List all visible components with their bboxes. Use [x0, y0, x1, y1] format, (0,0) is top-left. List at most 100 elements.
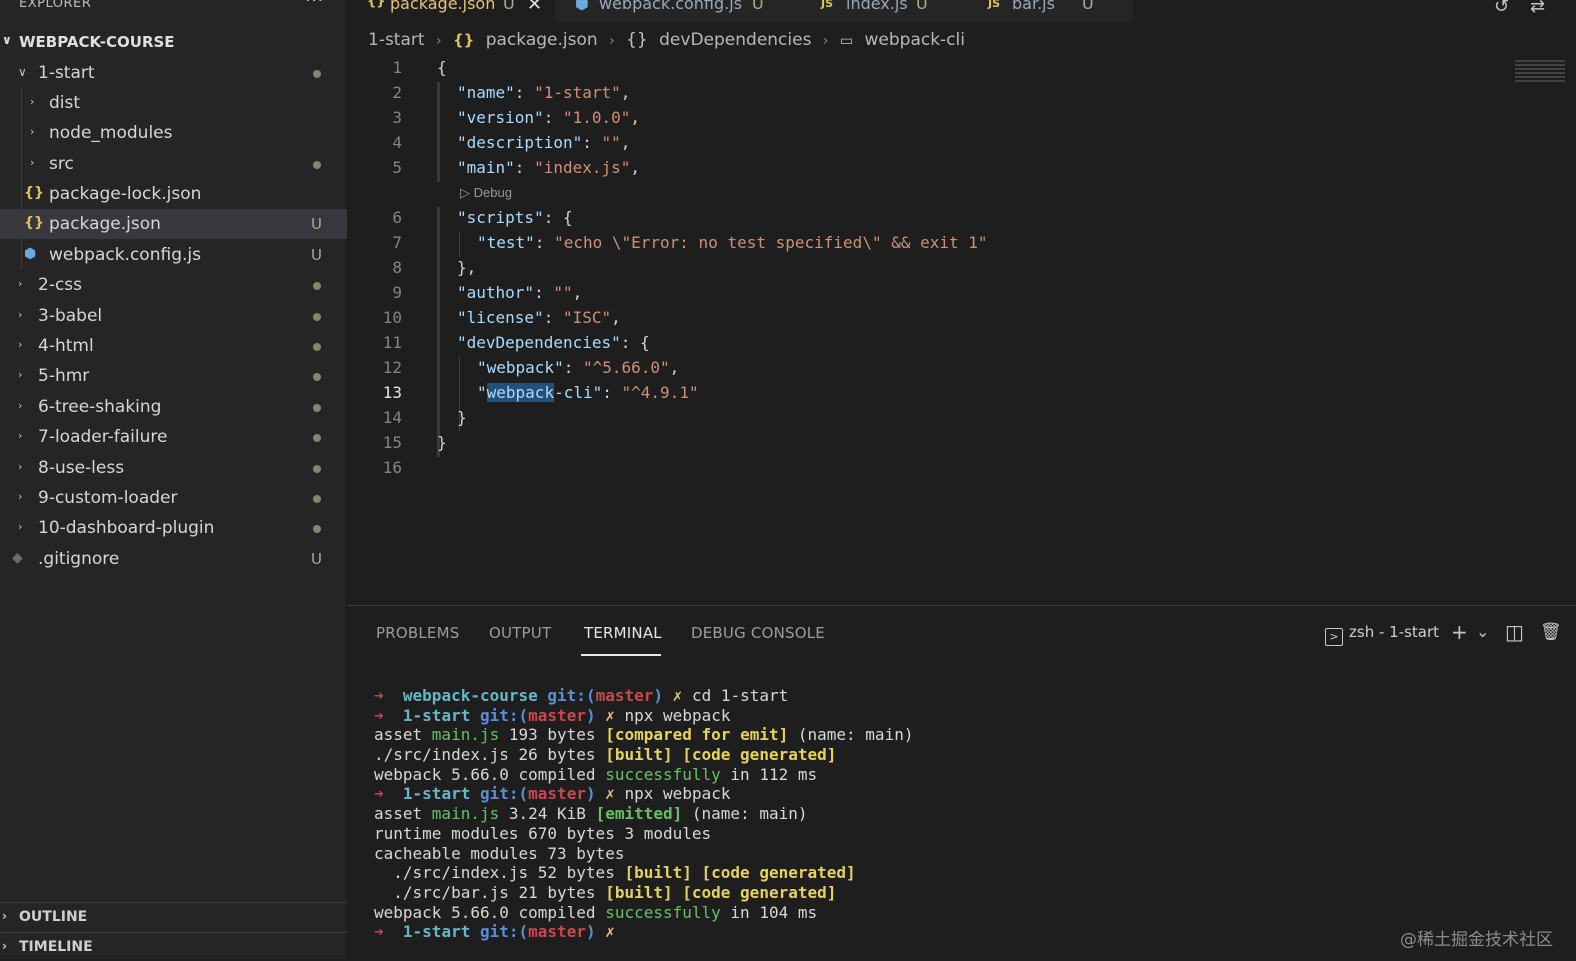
explorer-sidebar: EXPLORER ··· ∨ WEBPACK-COURSE ∨ 1-start › d…	[0, 0, 347, 959]
compare-changes-icon[interactable]: ⇄	[1530, 0, 1545, 17]
prompt-branch: master	[595, 686, 654, 705]
timeline-section[interactable]: › TIMELINE	[0, 932, 347, 961]
terminal-line: ./src/bar.js 21 bytes [built] [code gene…	[374, 883, 1564, 903]
tree-item-label: 10-dashboard-plugin	[38, 518, 215, 538]
code-line: 16	[347, 456, 1576, 481]
terminal-selector[interactable]: > zsh - 1-start	[1325, 623, 1439, 646]
tab-webpack-config[interactable]: ⬢ webpack.config.js U	[555, 0, 785, 22]
split-terminal-icon[interactable]: ◫	[1505, 620, 1524, 644]
tab-index-js[interactable]: JS index.js U	[785, 0, 955, 22]
breadcrumb-folder[interactable]: 1-start	[368, 30, 425, 50]
tab-label: webpack.config.js	[599, 0, 743, 13]
json-key: "webpack"	[477, 358, 564, 377]
debug-codelens[interactable]: ▷ Debug	[460, 185, 512, 201]
chevron-right-icon: ›	[18, 308, 23, 321]
add-terminal-icon[interactable]: +	[1451, 620, 1468, 644]
prompt-arrow: ➜	[374, 705, 384, 725]
prompt-dir: webpack-course	[402, 686, 538, 705]
chevron-down-icon[interactable]: ⌄	[1476, 622, 1489, 641]
tab-badge: U	[752, 0, 764, 13]
tree-item-src[interactable]: › src	[0, 149, 347, 179]
tree-item-6-tree-shaking[interactable]: › 6-tree-shaking	[0, 392, 347, 422]
tab-bar-js[interactable]: JS bar.js U	[955, 0, 1133, 22]
untracked-badge: U	[311, 550, 322, 568]
breadcrumb-file[interactable]: package.json	[486, 30, 598, 50]
tree-item-label: package.json	[49, 214, 161, 234]
chevron-right-icon: ›	[18, 399, 23, 412]
prompt-git: )	[585, 784, 596, 804]
modified-dot-badge	[313, 373, 321, 381]
terminal-name-label: zsh - 1-start	[1349, 623, 1440, 641]
code-text: "author": "",	[457, 283, 583, 302]
timeline-label: TIMELINE	[19, 939, 93, 955]
code-text: "scripts": {	[457, 208, 573, 227]
modified-dot-badge	[313, 495, 321, 503]
breadcrumb-key[interactable]: webpack-cli	[865, 30, 965, 50]
tree-item-1-start[interactable]: ∨ 1-start	[0, 58, 347, 88]
terminal-line: webpack 5.66.0 compiled successfully in …	[374, 903, 1564, 923]
outline-section[interactable]: › OUTLINE	[0, 902, 347, 931]
code-line: 6 "scripts": {	[347, 206, 1576, 231]
output-tag: [compared for emit]	[605, 725, 789, 745]
line-number: 6	[392, 208, 402, 227]
tree-item-8-use-less[interactable]: › 8-use-less	[0, 453, 347, 483]
code-editor[interactable]: 1 { 2 "name": "1-start", 3 "version": "1…	[347, 56, 1576, 605]
close-icon[interactable]: ✕	[527, 0, 542, 15]
tree-item-5-hmr[interactable]: › 5-hmr	[0, 361, 347, 391]
tab-problems[interactable]: PROBLEMS	[376, 624, 459, 642]
tree-item-7-loader-failure[interactable]: › 7-loader-failure	[0, 422, 347, 452]
terminal-line: ➜ 1-start git:(master) ✗ npx webpack	[374, 706, 1564, 726]
tree-item-label: 2-css	[38, 275, 83, 295]
output-text: webpack 5.66.0 compiled	[374, 764, 606, 784]
code-text: "license": "ISC",	[457, 308, 621, 327]
modified-dot-badge	[313, 404, 321, 412]
json-key: "description"	[457, 133, 583, 152]
tree-item-label: 8-use-less	[38, 458, 125, 478]
tree-item--gitignore[interactable]: ◆ .gitignore U	[0, 544, 347, 574]
tree-item-2-css[interactable]: › 2-css	[0, 270, 347, 300]
code-line: 2 "name": "1-start",	[347, 81, 1576, 106]
json-value: ""	[553, 283, 573, 302]
terminal-output[interactable]: ➜ webpack-course git:(master) ✗ cd 1-sta…	[374, 686, 1564, 942]
tab-debug-console[interactable]: DEBUG CONSOLE	[691, 624, 825, 642]
tree-item-webpack-config-js[interactable]: ⬢ webpack.config.js U	[0, 240, 347, 270]
more-actions-icon[interactable]: ···	[305, 0, 324, 11]
breadcrumb-section[interactable]: devDependencies	[659, 30, 811, 50]
tree-item-4-html[interactable]: › 4-html	[0, 331, 347, 361]
json-key: "main"	[457, 158, 515, 177]
line-number: 16	[382, 458, 402, 477]
tree-item-9-custom-loader[interactable]: › 9-custom-loader	[0, 483, 347, 513]
chevron-right-icon: ›	[18, 368, 23, 381]
code-token: },	[457, 258, 477, 277]
json-value: "ISC"	[562, 308, 612, 327]
tree-item-dist[interactable]: › dist	[0, 88, 347, 118]
json-key: "license"	[457, 308, 544, 327]
json-key: "version"	[457, 108, 544, 127]
output-text: cacheable modules 73 bytes	[374, 843, 625, 863]
tree-item-package-json[interactable]: {} package.json U	[0, 209, 347, 239]
terminal-line: asset main.js 3.24 KiB [emitted] (name: …	[374, 804, 1564, 824]
tree-item-node-modules[interactable]: › node_modules	[0, 118, 347, 148]
chevron-right-icon: ›	[2, 909, 7, 923]
prompt-dir: 1-start	[402, 784, 471, 804]
modified-dot-badge	[313, 313, 321, 321]
output-text: 3.24 KiB	[499, 804, 596, 824]
prompt-dir: 1-start	[402, 922, 471, 942]
trash-icon[interactable]: 🗑	[1540, 622, 1562, 642]
tree-item-10-dashboard-plugin[interactable]: › 10-dashboard-plugin	[0, 513, 347, 543]
output-tag: [emitted]	[595, 804, 683, 824]
tree-item-label: 5-hmr	[38, 366, 90, 386]
tree-item-package-lock-json[interactable]: {} package-lock.json	[0, 179, 347, 209]
untracked-badge: U	[311, 246, 322, 264]
history-icon[interactable]: ↺	[1494, 0, 1509, 17]
output-text: runtime modules 670 bytes 3 modules	[374, 823, 712, 843]
tab-terminal[interactable]: TERMINAL	[584, 624, 662, 642]
tab-package-json[interactable]: {} package.json U ✕	[347, 0, 555, 22]
tab-output[interactable]: OUTPUT	[489, 624, 551, 642]
prompt-arrow: ➜	[374, 686, 384, 705]
modified-dot-badge	[313, 282, 321, 290]
workspace-root[interactable]: ∨ WEBPACK-COURSE	[0, 29, 347, 55]
tree-item-3-babel[interactable]: › 3-babel	[0, 301, 347, 331]
code-line: 14 }	[347, 406, 1576, 431]
line-number: 1	[392, 58, 402, 77]
